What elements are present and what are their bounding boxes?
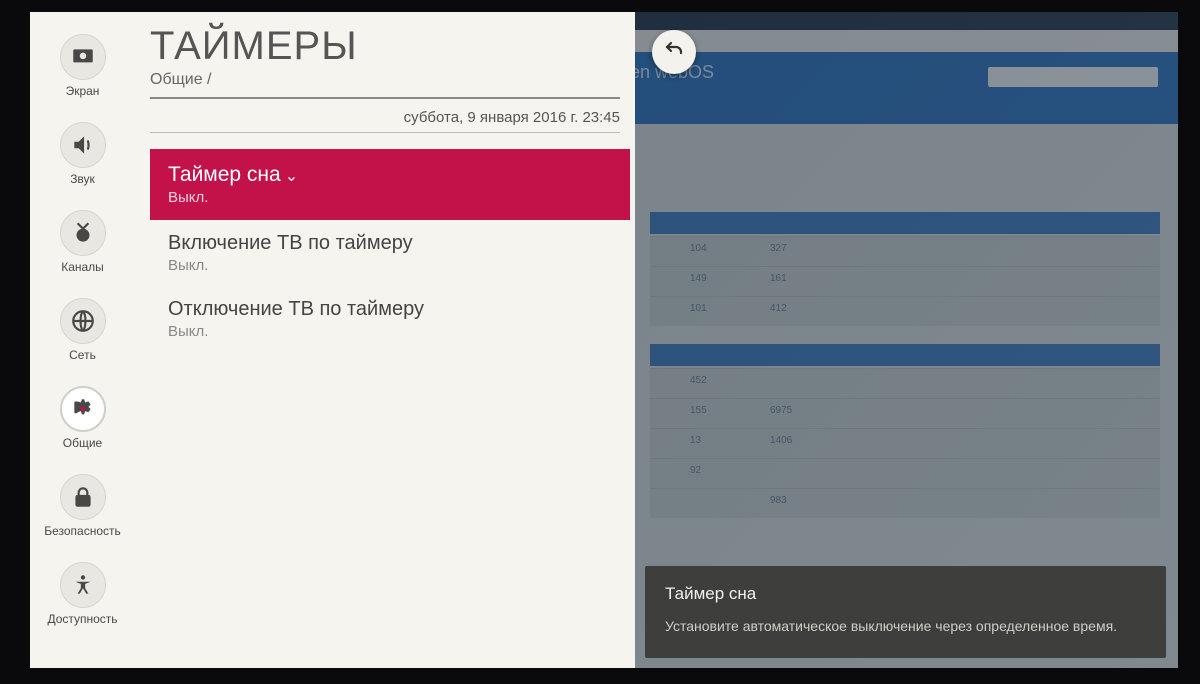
network-icon	[60, 298, 106, 344]
page-title: ТАЙМЕРЫ	[150, 24, 635, 69]
divider	[150, 97, 620, 99]
sidebar-label: Сеть	[69, 348, 96, 362]
general-icon	[60, 386, 106, 432]
forum-row: 983	[650, 488, 1160, 518]
menu-item-value: Выкл.	[168, 323, 612, 340]
menu-item-title: Таймер сна⌄	[168, 163, 612, 187]
chevron-down-icon: ⌄	[285, 168, 298, 185]
sidebar-item-security[interactable]: Безопасность	[30, 462, 135, 550]
screen-icon	[60, 34, 106, 80]
menu-item-title: Включение ТВ по таймеру	[168, 232, 612, 255]
sidebar-label: Общие	[63, 436, 102, 450]
forum-row: 452	[650, 368, 1160, 398]
forum-section-bar	[650, 344, 1160, 366]
sidebar-item-accessibility[interactable]: Доступность	[30, 550, 135, 638]
sidebar-item-screen[interactable]: Экран	[30, 22, 135, 110]
menu-item-power-off-timer[interactable]: Отключение ТВ по таймеру Выкл.	[150, 286, 630, 352]
tooltip-text: Установите автоматическое выключение чер…	[665, 616, 1146, 636]
accessibility-icon	[60, 562, 106, 608]
datetime-text: суббота, 9 января 2016 г. 23:45	[150, 109, 620, 126]
sidebar-label: Каналы	[61, 260, 104, 274]
settings-panel: Экран Звук Каналы Сеть	[30, 12, 635, 668]
sound-icon	[60, 122, 106, 168]
forum-row: 101412	[650, 296, 1160, 326]
help-tooltip: Таймер сна Установите автоматическое вык…	[645, 566, 1166, 658]
lock-icon	[60, 474, 106, 520]
forum-row: 149161	[650, 266, 1160, 296]
forum-row: 104327	[650, 236, 1160, 266]
tv-screen: en webOS 104327 149161 101412 452 155697…	[30, 12, 1178, 668]
divider	[150, 132, 620, 133]
forum-search-box	[988, 67, 1158, 87]
sidebar-item-general[interactable]: Общие	[30, 374, 135, 462]
breadcrumb: Общие /	[150, 71, 635, 89]
forum-row: 131406	[650, 428, 1160, 458]
timers-menu: Таймер сна⌄ Выкл. Включение ТВ по таймер…	[150, 149, 630, 352]
sidebar-label: Звук	[70, 172, 95, 186]
channels-icon	[60, 210, 106, 256]
settings-content: ТАЙМЕРЫ Общие / суббота, 9 января 2016 г…	[150, 12, 635, 668]
sidebar-label: Экран	[66, 84, 100, 98]
menu-item-power-on-timer[interactable]: Включение ТВ по таймеру Выкл.	[150, 220, 630, 286]
sidebar-label: Безопасность	[44, 524, 121, 538]
sidebar-label: Доступность	[47, 612, 117, 626]
menu-item-title: Отключение ТВ по таймеру	[168, 298, 612, 321]
back-button[interactable]	[652, 30, 696, 74]
menu-item-value: Выкл.	[168, 189, 612, 206]
menu-item-value: Выкл.	[168, 257, 612, 274]
settings-sidebar: Экран Звук Каналы Сеть	[30, 12, 135, 668]
forum-section-bar	[650, 212, 1160, 234]
menu-item-sleep-timer[interactable]: Таймер сна⌄ Выкл.	[150, 149, 630, 220]
forum-row: 92	[650, 458, 1160, 488]
back-arrow-icon	[662, 37, 686, 68]
sidebar-item-sound[interactable]: Звук	[30, 110, 135, 198]
forum-row: 1556975	[650, 398, 1160, 428]
sidebar-item-network[interactable]: Сеть	[30, 286, 135, 374]
tooltip-title: Таймер сна	[665, 584, 1146, 604]
sidebar-item-channels[interactable]: Каналы	[30, 198, 135, 286]
